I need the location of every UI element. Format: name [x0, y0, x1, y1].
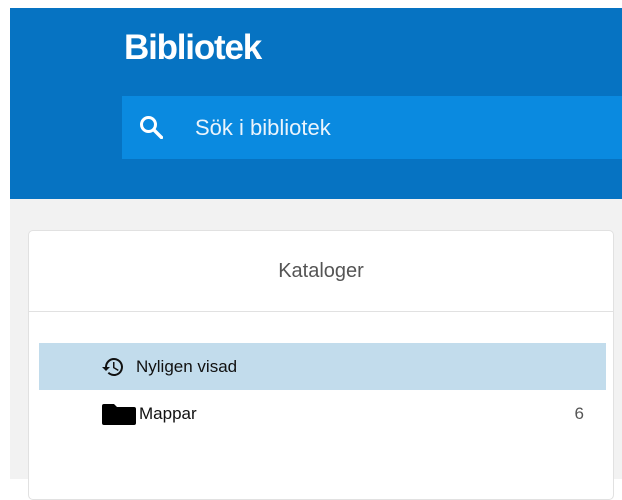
search-input[interactable]	[195, 96, 615, 159]
search-icon[interactable]	[139, 115, 163, 139]
page-title: Bibliotek	[124, 28, 262, 67]
catalog-item-recently-viewed[interactable]: Nyligen visad	[39, 343, 606, 390]
catalog-item-folders[interactable]: Mappar 6	[39, 390, 606, 437]
catalogs-heading: Kataloger	[29, 231, 613, 312]
folder-icon	[102, 404, 136, 425]
search-bar[interactable]	[122, 96, 622, 159]
catalog-item-label: Mappar	[139, 404, 197, 423]
catalogs-panel: Kataloger Nyligen visad Mappar 6	[28, 230, 614, 500]
library-header: Bibliotek	[10, 8, 622, 199]
history-icon	[102, 358, 123, 376]
catalog-item-label: Nyligen visad	[136, 357, 238, 376]
folder-count: 6	[574, 404, 584, 423]
page-margin	[0, 0, 10, 479]
catalog-list: Nyligen visad Mappar 6	[39, 343, 606, 437]
